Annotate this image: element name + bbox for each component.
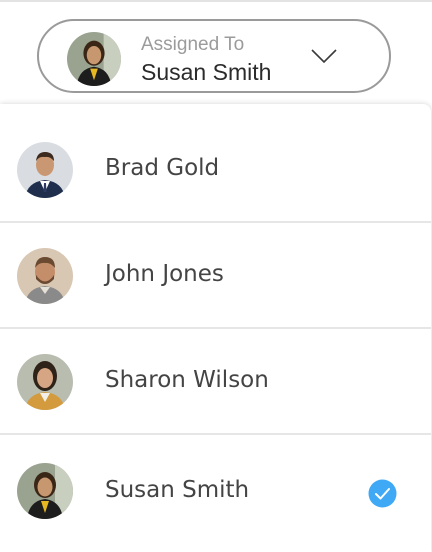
option-sharon-wilson[interactable]: Sharon Wilson [0, 327, 431, 432]
option-name: John Jones [105, 261, 224, 287]
assignee-options-list: Brad Gold John Jones Sharon Wilson Susan… [0, 104, 431, 552]
page: Assigned To Susan Smith Brad Gold John J… [0, 0, 432, 552]
assigned-to-label: Assigned To [141, 34, 245, 55]
person-avatar-icon [17, 463, 73, 519]
person-avatar-icon [17, 248, 73, 304]
option-john-jones[interactable]: John Jones [0, 221, 431, 326]
option-brad-gold[interactable]: Brad Gold [0, 115, 431, 220]
assignee-dropdown-toggle[interactable]: Assigned To Susan Smith [37, 19, 391, 93]
option-susan-smith[interactable]: Susan Smith [0, 434, 431, 539]
person-avatar-icon [17, 142, 73, 198]
option-name: Brad Gold [105, 155, 220, 181]
checkmark-circle-icon [368, 479, 397, 508]
assigned-to-value: Susan Smith [141, 59, 272, 85]
chevron-down-icon[interactable] [309, 46, 339, 66]
person-avatar-icon [67, 32, 121, 86]
person-avatar-icon [17, 354, 73, 410]
top-divider [0, 0, 432, 2]
option-name: Sharon Wilson [105, 367, 269, 393]
option-name: Susan Smith [105, 477, 250, 503]
